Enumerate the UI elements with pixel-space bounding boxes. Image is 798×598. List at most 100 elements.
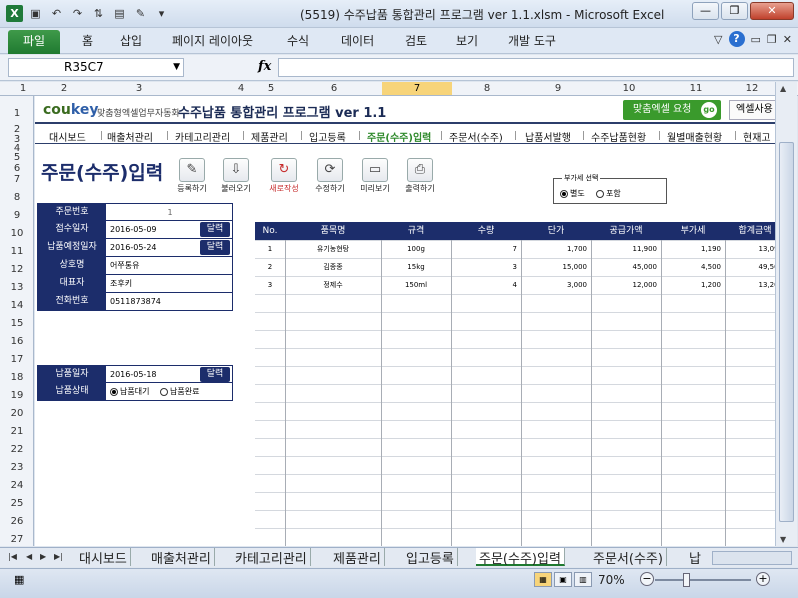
phone-value[interactable]: 0511873874 [110, 293, 161, 310]
table-cell[interactable]: 3 [451, 258, 517, 276]
page-layout-view-icon[interactable]: ▣ [554, 572, 572, 587]
sheet-tab-more[interactable]: 납 [686, 548, 704, 567]
chevron-down-icon[interactable]: ▼ [173, 59, 180, 76]
tab-developer[interactable]: 개발 도구 [508, 32, 556, 49]
new-button[interactable]: ↻ 새로작성 [263, 158, 305, 194]
minimize-icon[interactable]: — [692, 2, 719, 20]
formula-input[interactable] [278, 58, 794, 77]
row-header[interactable]: 27 [0, 534, 34, 545]
tab-file[interactable]: 파일 [8, 30, 60, 54]
menu-order-status[interactable]: 수주납품현황 [591, 129, 646, 144]
load-button[interactable]: ⇩ 불러오기 [215, 158, 257, 194]
row-header[interactable]: 21 [0, 426, 34, 437]
table-cell[interactable]: 1,190 [661, 240, 721, 258]
last-sheet-icon[interactable]: ▶| [54, 552, 63, 561]
tab-review[interactable]: 검토 [405, 32, 427, 49]
name-box[interactable]: R35C7 ▼ [8, 58, 184, 77]
menu-delivery-note[interactable]: 납품서발행 [525, 129, 571, 144]
scroll-up-icon[interactable]: ▲ [780, 84, 786, 93]
row-header[interactable]: 12 [0, 264, 34, 275]
order-date-value[interactable]: 2016-05-09 [110, 221, 157, 238]
table-cell[interactable]: 4 [451, 276, 517, 294]
column-header[interactable]: 11 [664, 83, 728, 94]
table-cell[interactable]: 정제수 [285, 276, 381, 294]
horizontal-scrollbar[interactable] [712, 551, 792, 565]
menu-dashboard[interactable]: 대시보드 [49, 129, 86, 144]
column-header[interactable]: 1 [16, 83, 30, 94]
zoom-slider-handle[interactable] [683, 573, 690, 587]
menu-inventory[interactable]: 현재고 [743, 129, 771, 144]
row-header[interactable]: 16 [0, 336, 34, 347]
row-header[interactable]: 9 [0, 210, 34, 221]
vertical-scrollbar[interactable]: ▲ ▼ [775, 82, 797, 546]
chart-icon[interactable]: ▤ [111, 5, 128, 22]
row-header[interactable]: 11 [0, 246, 34, 257]
menu-customers[interactable]: 매출처관리 [107, 129, 153, 144]
row-header[interactable]: 20 [0, 408, 34, 419]
company-value[interactable]: 어쭈통유 [110, 257, 139, 274]
sheet-tab-order-entry[interactable]: 주문(수주)입력 [476, 548, 565, 567]
zoom-out-icon[interactable]: − [640, 572, 654, 586]
scroll-down-icon[interactable]: ▼ [780, 535, 786, 544]
table-cell[interactable]: 13,090 [725, 240, 776, 258]
table-cell[interactable]: 1 [255, 240, 285, 258]
sheet-tab-order-sheet[interactable]: 주문서(수주) [590, 548, 667, 567]
order-date-calendar-button[interactable]: 달력 [200, 222, 230, 237]
row-header[interactable]: 23 [0, 462, 34, 473]
tab-insert[interactable]: 삽입 [120, 32, 142, 49]
column-header[interactable]: 8 [452, 83, 522, 94]
table-cell[interactable]: 45,000 [591, 258, 658, 276]
zoom-slider[interactable] [655, 573, 751, 587]
column-header[interactable]: 10 [594, 83, 664, 94]
help-icon[interactable]: ? [728, 31, 745, 47]
row-header[interactable]: 8 [0, 192, 34, 203]
row-header[interactable]: 5 [0, 152, 34, 163]
column-header[interactable]: 12 [728, 83, 776, 94]
tab-page-layout[interactable]: 페이지 레이아웃 [172, 32, 253, 49]
undo-icon[interactable]: ↶ [48, 5, 65, 22]
column-header[interactable]: 5 [256, 83, 286, 94]
edit-button[interactable]: ⟳ 수정하기 [309, 158, 351, 194]
table-cell[interactable]: 12,000 [591, 276, 658, 294]
vat-option-excluded[interactable]: 별도 [560, 188, 585, 199]
table-cell[interactable]: 49,500 [725, 258, 776, 276]
row-header[interactable]: 6 [0, 163, 34, 174]
restore-workbook-icon[interactable]: ❐ [767, 33, 777, 46]
column-header[interactable]: 2 [34, 83, 94, 94]
menu-products[interactable]: 제품관리 [251, 129, 288, 144]
row-header[interactable]: 10 [0, 228, 34, 239]
sheet-tab-dashboard[interactable]: 대시보드 [76, 548, 131, 567]
due-date-calendar-button[interactable]: 달력 [200, 240, 230, 255]
normal-view-icon[interactable]: ▦ [534, 572, 552, 587]
column-header[interactable]: 6 [286, 83, 382, 94]
sheet-tab-categories[interactable]: 카테고리관리 [232, 548, 311, 567]
table-cell[interactable]: 1,200 [661, 276, 721, 294]
column-header[interactable]: 9 [522, 83, 594, 94]
table-cell[interactable]: 3 [255, 276, 285, 294]
menu-order-sheet[interactable]: 주문서(수주) [449, 129, 503, 144]
tab-data[interactable]: 데이터 [341, 32, 374, 49]
table-cell[interactable]: 4,500 [661, 258, 721, 276]
table-cell[interactable]: 11,900 [591, 240, 658, 258]
status-option-complete[interactable]: 납품완료 [160, 387, 199, 396]
row-header[interactable]: 13 [0, 282, 34, 293]
table-cell[interactable]: 13,200 [725, 276, 776, 294]
delivery-date-calendar-button[interactable]: 달력 [200, 367, 230, 382]
print-button[interactable]: ⎙ 출력하기 [399, 158, 441, 194]
format-painter-icon[interactable]: ✎ [132, 5, 149, 22]
redo-icon[interactable]: ↷ [69, 5, 86, 22]
column-header[interactable]: 4 [226, 83, 256, 94]
scroll-thumb[interactable] [779, 142, 794, 522]
table-cell[interactable]: 3,000 [521, 276, 587, 294]
status-option-waiting[interactable]: 납품대기 [110, 387, 149, 396]
tab-view[interactable]: 보기 [456, 32, 478, 49]
restore-icon[interactable]: ❐ [721, 2, 748, 20]
column-header-selected[interactable]: 7 [382, 82, 452, 95]
collapse-ribbon-icon[interactable]: ▽ [714, 33, 722, 46]
function-icon[interactable]: fx [258, 59, 271, 74]
table-cell[interactable]: 2 [255, 258, 285, 276]
preview-button[interactable]: ▭ 미리보기 [354, 158, 396, 194]
order-no-value[interactable]: 1 [106, 204, 234, 221]
sort-icon[interactable]: ⇅ [90, 5, 107, 22]
table-cell[interactable]: 150ml [381, 276, 451, 294]
